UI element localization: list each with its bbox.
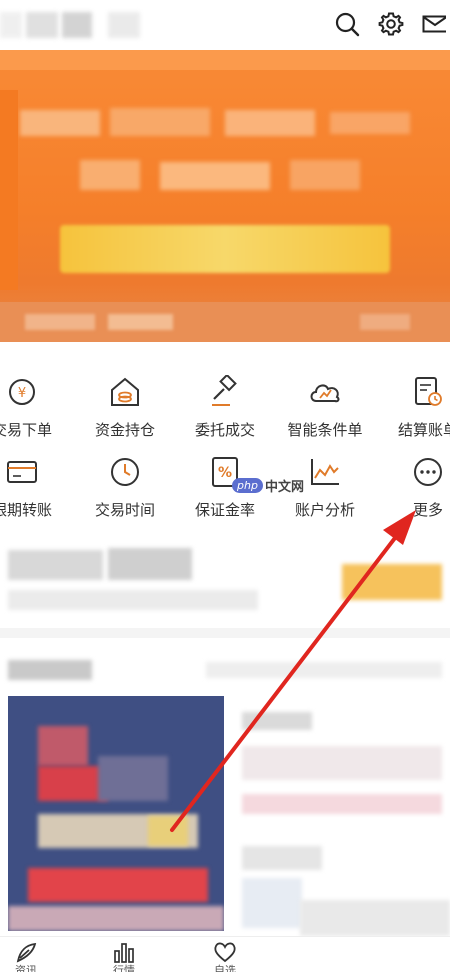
search-icon[interactable] bbox=[334, 11, 360, 37]
menu-item-funds-position[interactable]: 资金持仓 bbox=[75, 362, 175, 442]
menu-item-label: 更多 bbox=[412, 502, 443, 519]
nav-item-news[interactable]: 资讯 bbox=[0, 941, 56, 976]
blurred-section-title bbox=[8, 660, 92, 680]
quick-menu-row-1: ¥ 交易下单 资金持仓 委托成交 智能条件单 结算账单 bbox=[0, 362, 450, 442]
nav-item-label: 自选 bbox=[214, 965, 236, 972]
house-coins-icon bbox=[107, 374, 143, 410]
nav-item-label: 资讯 bbox=[15, 965, 37, 972]
banner-pixel bbox=[25, 314, 95, 330]
banner-pixel bbox=[20, 110, 100, 136]
banner-cta[interactable] bbox=[60, 225, 390, 273]
blurred-section-link bbox=[206, 662, 442, 678]
menu-item-trade-order[interactable]: ¥ 交易下单 bbox=[0, 362, 72, 442]
menu-item-label: 账户分析 bbox=[294, 502, 355, 519]
blurred-block bbox=[8, 590, 258, 610]
section-divider bbox=[0, 628, 450, 638]
menu-item-label: 交易下单 bbox=[0, 422, 52, 439]
menu-item-trading-hours[interactable]: 交易时间 bbox=[75, 442, 175, 522]
blurred-list-item[interactable] bbox=[242, 746, 442, 780]
blurred-title-part2 bbox=[62, 12, 92, 38]
line-chart-icon bbox=[307, 454, 343, 490]
cloud-chart-icon bbox=[307, 374, 343, 410]
banner-pixel bbox=[225, 110, 315, 136]
banner-pixel bbox=[110, 108, 210, 136]
blurred-block bbox=[108, 548, 192, 580]
menu-item-smart-condition[interactable]: 智能条件单 bbox=[275, 362, 375, 442]
banner-pixel bbox=[160, 162, 270, 190]
image-pixel bbox=[38, 726, 88, 766]
menu-item-entrust-deal[interactable]: 委托成交 bbox=[175, 362, 275, 442]
blurred-info-section[interactable] bbox=[0, 528, 450, 628]
banner-pixel bbox=[330, 112, 410, 134]
statement-clock-icon bbox=[410, 374, 446, 410]
news-card-image[interactable] bbox=[8, 696, 224, 931]
bottom-navigation: 资讯 行情 自选 bbox=[0, 936, 450, 976]
banner-footer-strip bbox=[0, 302, 450, 342]
promo-banner[interactable] bbox=[0, 50, 450, 342]
blurred-block bbox=[242, 878, 302, 928]
image-pixel bbox=[28, 868, 208, 902]
blurred-block bbox=[300, 900, 450, 936]
svg-text:¥: ¥ bbox=[18, 386, 26, 401]
menu-item-label: 结算账单 bbox=[397, 422, 450, 439]
feather-icon bbox=[16, 942, 37, 963]
quick-menu-row-2: 银期转账 交易时间 % 保证金率 账户分析 更多 bbox=[0, 442, 450, 522]
menu-item-label: 委托成交 bbox=[194, 422, 255, 439]
quick-menu-grid: ¥ 交易下单 资金持仓 委托成交 智能条件单 结算账单 bbox=[0, 362, 450, 524]
blurred-action[interactable] bbox=[342, 564, 442, 600]
banner-pixel bbox=[0, 90, 18, 290]
menu-item-label: 交易时间 bbox=[94, 502, 155, 519]
card-icon bbox=[4, 454, 40, 490]
heart-icon bbox=[214, 942, 236, 963]
header-actions bbox=[334, 8, 450, 40]
menu-item-label: 智能条件单 bbox=[287, 422, 363, 439]
menu-item-label: 银期转账 bbox=[0, 502, 52, 519]
top-header bbox=[0, 0, 450, 50]
menu-item-label: 资金持仓 bbox=[94, 422, 155, 439]
watermark: php 中文网 bbox=[232, 476, 304, 495]
banner-pixel bbox=[80, 160, 140, 190]
blurred-logo bbox=[0, 12, 22, 38]
menu-item-bank-transfer[interactable]: 银期转账 bbox=[0, 442, 72, 522]
blurred-title-part1 bbox=[26, 12, 58, 38]
blurred-block bbox=[242, 712, 312, 730]
more-dots-icon bbox=[410, 454, 446, 490]
banner-pixel bbox=[290, 160, 360, 190]
nav-item-watchlist[interactable]: 自选 bbox=[195, 941, 255, 976]
menu-item-settlement-statement[interactable]: 结算账单 bbox=[378, 362, 450, 442]
blurred-title-part3 bbox=[108, 12, 140, 38]
blurred-block bbox=[242, 794, 442, 814]
gavel-icon bbox=[207, 374, 243, 410]
watermark-text: 中文网 bbox=[264, 479, 304, 494]
mail-icon[interactable] bbox=[422, 13, 446, 35]
banner-pixel bbox=[108, 314, 173, 330]
image-pixel bbox=[8, 906, 224, 931]
nav-item-market[interactable]: 行情 bbox=[94, 941, 154, 976]
blurred-block bbox=[242, 846, 322, 870]
menu-item-more[interactable]: 更多 bbox=[378, 442, 450, 522]
banner-pixel bbox=[0, 50, 450, 70]
nav-item-label: 行情 bbox=[113, 965, 135, 972]
image-pixel bbox=[98, 756, 168, 801]
blurred-block bbox=[8, 550, 103, 580]
image-pixel bbox=[148, 816, 188, 846]
gear-icon[interactable] bbox=[378, 11, 404, 37]
banner-pixel bbox=[360, 314, 410, 330]
bar-chart-icon bbox=[114, 943, 134, 963]
clock-icon bbox=[107, 454, 143, 490]
watermark-logo: php bbox=[232, 478, 263, 493]
svg-text:%: % bbox=[218, 465, 232, 481]
yuan-coin-icon: ¥ bbox=[4, 374, 40, 410]
menu-item-label: 保证金率 bbox=[194, 502, 255, 519]
